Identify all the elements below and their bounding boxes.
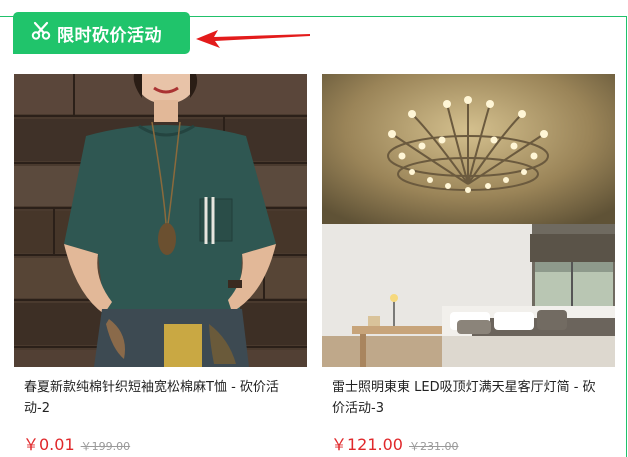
section-border-right <box>626 16 627 457</box>
product-original-price: ￥199.00 <box>80 440 131 453</box>
scissors-icon <box>31 21 57 46</box>
product-original-price: ￥231.00 <box>409 440 459 453</box>
product-card[interactable]: 雷士照明東東 LED吸顶灯满天星客厅灯简 - 砍价活动-3 ￥121.00 ￥2… <box>322 74 615 455</box>
product-title[interactable]: 雷士照明東東 LED吸顶灯满天星客厅灯简 - 砍价活动-3 <box>322 377 606 419</box>
product-price: ￥121.00 <box>331 435 403 454</box>
promo-tab[interactable]: 限时砍价活动 <box>13 12 190 54</box>
product-card[interactable]: 春夏新款纯棉针织短袖宽松棉麻T恤 - 砍价活动-2 ￥0.01 ￥199.00 <box>14 74 307 455</box>
bargain-section: 限时砍价活动 春夏新款纯棉针织短袖宽松棉麻T恤 - 砍价活动-2 ￥0.01 ￥… <box>0 0 628 457</box>
price-row: ￥121.00 ￥231.00 <box>322 431 615 455</box>
annotation-arrow <box>196 30 310 48</box>
product-image-chandelier[interactable] <box>322 74 615 367</box>
product-price: ￥0.01 <box>23 435 75 454</box>
product-title[interactable]: 春夏新款纯棉针织短袖宽松棉麻T恤 - 砍价活动-2 <box>14 377 298 419</box>
product-image-woman-shirt[interactable] <box>14 74 307 367</box>
price-row: ￥0.01 ￥199.00 <box>14 431 307 455</box>
promo-title: 限时砍价活动 <box>57 25 162 46</box>
